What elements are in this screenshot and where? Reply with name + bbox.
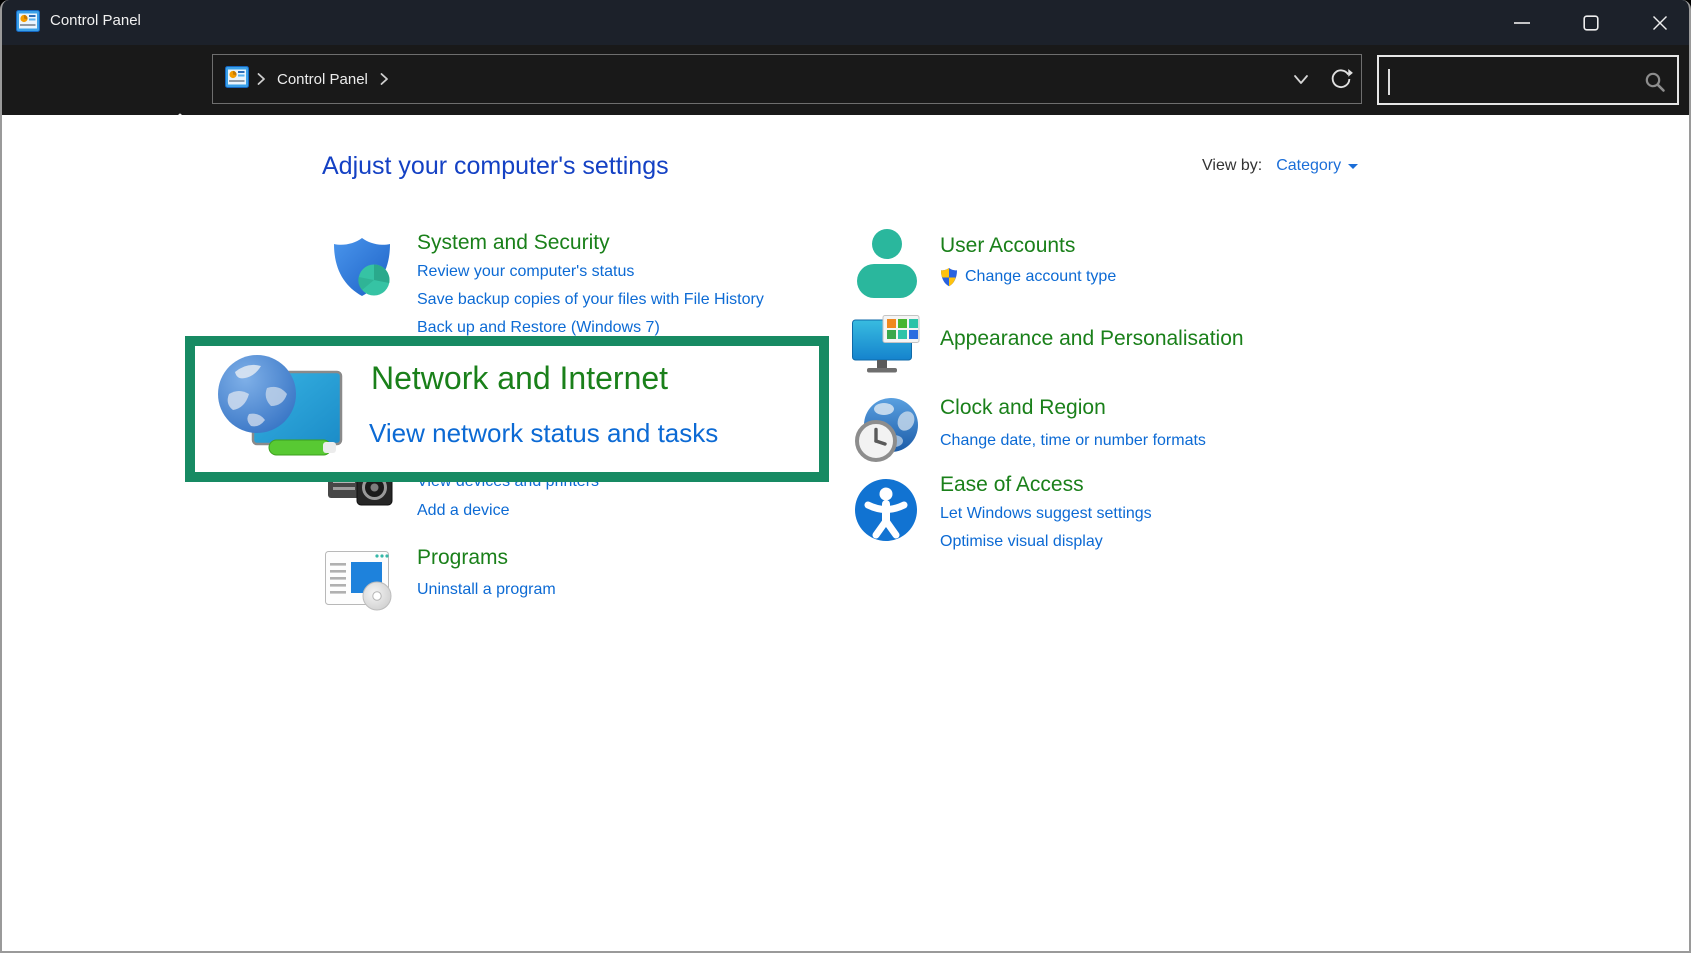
chevron-down-icon: [1293, 74, 1309, 85]
breadcrumb-location[interactable]: Control Panel: [277, 71, 368, 88]
category-user-accounts[interactable]: User Accounts: [940, 234, 1075, 258]
search-input[interactable]: [1387, 61, 1637, 99]
close-icon: [1652, 15, 1668, 31]
navigation-bar: Control Panel: [2, 45, 1689, 115]
monitor-tiles-icon[interactable]: [852, 315, 924, 382]
control-panel-window: Control Panel: [0, 0, 1691, 953]
link-backup-restore[interactable]: Back up and Restore (Windows 7): [417, 319, 660, 337]
link-file-history[interactable]: Save backup copies of your files with Fi…: [417, 291, 764, 309]
link-review-computer-status[interactable]: Review your computer's status: [417, 263, 634, 281]
minimize-icon: [1513, 14, 1531, 32]
accessibility-icon[interactable]: [854, 477, 918, 548]
control-panel-icon: [225, 66, 249, 93]
category-programs[interactable]: Programs: [417, 546, 508, 570]
breadcrumb-chevron-icon[interactable]: [378, 71, 390, 87]
link-view-network-status[interactable]: View network status and tasks: [369, 418, 718, 449]
title-bar: Control Panel: [2, 0, 1689, 45]
maximize-button[interactable]: [1562, 0, 1620, 45]
text-caret: [1388, 69, 1390, 95]
page-title: Adjust your computer's settings: [322, 152, 669, 181]
category-system-security[interactable]: System and Security: [417, 231, 610, 255]
close-button[interactable]: [1631, 0, 1689, 45]
network-globe-monitor-icon[interactable]: [215, 354, 347, 463]
search-icon[interactable]: [1643, 70, 1667, 99]
maximize-icon: [1583, 15, 1599, 31]
category-appearance-personalisation[interactable]: Appearance and Personalisation: [940, 327, 1244, 351]
control-panel-icon: [16, 10, 40, 37]
link-uninstall-program[interactable]: Uninstall a program: [417, 581, 556, 599]
search-box[interactable]: [1377, 55, 1679, 105]
system-security-icon[interactable]: [329, 236, 395, 305]
refresh-button[interactable]: [1321, 57, 1361, 101]
link-change-date-time-formats[interactable]: Change date, time or number formats: [940, 432, 1206, 450]
address-dropdown-button[interactable]: [1281, 57, 1321, 101]
control-panel-home: Adjust your computer's settings View by:…: [2, 115, 1689, 953]
category-network-internet[interactable]: Network and Internet: [371, 360, 668, 397]
user-icon[interactable]: [854, 228, 920, 305]
category-clock-region[interactable]: Clock and Region: [940, 396, 1106, 420]
link-let-windows-suggest[interactable]: Let Windows suggest settings: [940, 505, 1152, 523]
minimize-button[interactable]: [1493, 0, 1551, 45]
link-optimise-visual-display[interactable]: Optimise visual display: [940, 533, 1103, 551]
address-bar[interactable]: Control Panel: [212, 54, 1362, 104]
link-add-device[interactable]: Add a device: [417, 502, 510, 520]
view-by-label: View by:: [1202, 157, 1262, 175]
breadcrumb-chevron-icon[interactable]: [255, 71, 267, 87]
globe-clock-icon[interactable]: [854, 397, 920, 468]
view-by-dropdown[interactable]: Category: [1276, 157, 1341, 175]
uac-shield-icon: [940, 267, 958, 287]
refresh-icon: [1328, 66, 1354, 92]
window-title: Control Panel: [50, 12, 141, 29]
program-window-icon[interactable]: [325, 551, 395, 616]
link-change-account-type[interactable]: Change account type: [965, 268, 1116, 286]
change-account-type-row: Change account type: [940, 267, 1116, 287]
chevron-down-icon[interactable]: [1348, 164, 1358, 169]
category-ease-of-access[interactable]: Ease of Access: [940, 473, 1084, 497]
view-by-control: View by: Category: [1202, 157, 1358, 175]
network-internet-highlight-box: Network and Internet View network status…: [185, 336, 829, 482]
